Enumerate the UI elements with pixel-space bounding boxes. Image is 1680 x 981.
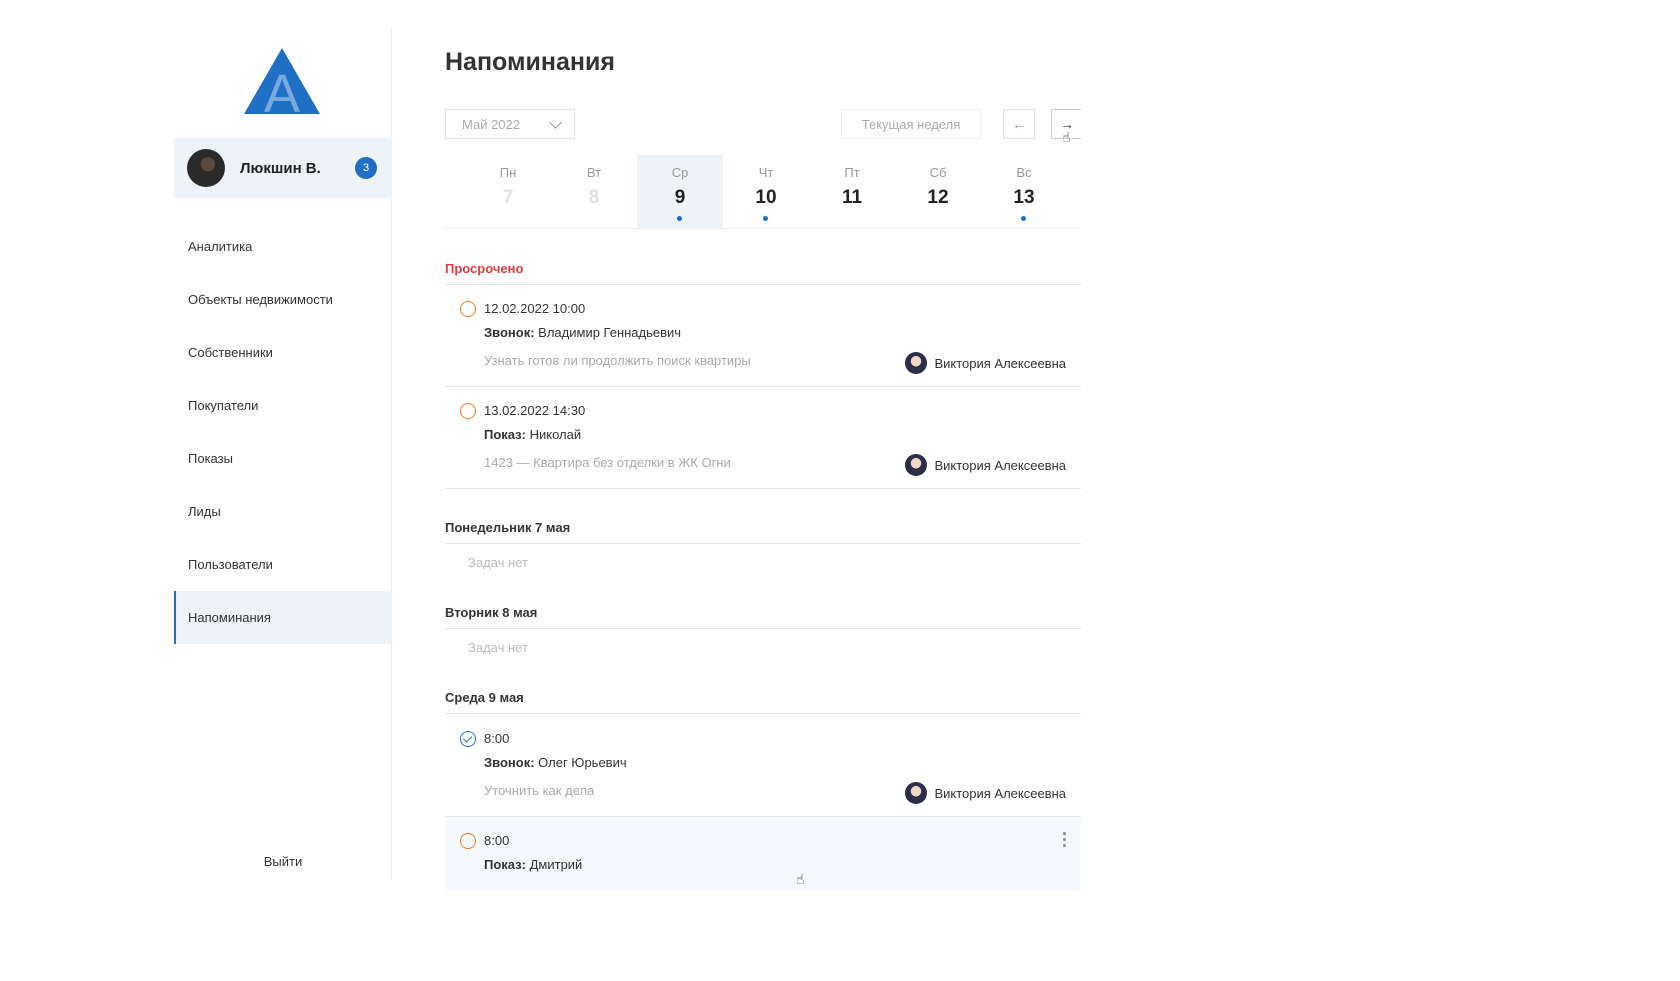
day-number: 11 [841,187,863,208]
day-mon[interactable]: Пн 7 [465,155,551,228]
task-note: Уточнить как дела [484,783,595,798]
month-select[interactable]: Май 2022 [445,109,575,139]
assignee: Виктория Алексеевна [905,782,1066,804]
day-label: Вс [1016,165,1032,180]
task-time: 13.02.2022 14:30 [484,403,586,418]
assignee-name: Виктория Алексеевна [934,355,1066,371]
check-circle-icon[interactable] [460,731,476,747]
task-card[interactable]: 8:00 Показ: Дмитрий [445,817,1081,891]
has-tasks-dot [1021,216,1026,221]
day-label: Вт [586,165,602,180]
task-card[interactable]: 12.02.2022 10:00 Звонок: Владимир Геннад… [445,285,1081,387]
assignee: Виктория Алексеевна [905,352,1066,374]
day-number: 13 [1013,187,1035,208]
sidebar-item-owners[interactable]: Собственники [174,326,392,379]
avatar [187,149,225,187]
day-tue[interactable]: Вт 8 [551,155,637,228]
day-label: Сб [929,165,947,180]
month-select-value: Май 2022 [462,116,520,132]
hand-cursor-icon: ☝ [796,871,805,887]
sidebar-item-reminders[interactable]: Напоминания [174,591,392,644]
task-time: 12.02.2022 10:00 [484,301,586,316]
sidebar-item-leads[interactable]: Лиды [174,485,392,538]
section-overdue-title: Просрочено [445,261,1081,285]
sidebar-item-analytics[interactable]: Аналитика [174,220,392,273]
assignee-name: Виктория Алексеевна [934,457,1066,473]
day-label: Пн [499,165,517,180]
task-type: Показ: [484,857,526,872]
more-vertical-icon[interactable] [1063,832,1067,850]
status-circle-icon[interactable] [460,833,476,849]
status-circle-icon[interactable] [460,301,476,317]
day-wed[interactable]: Ср 9 [637,155,723,228]
current-week-button[interactable]: Текущая неделя [841,109,981,139]
arrow-left-icon: ← [1012,116,1026,132]
sidebar-item-users[interactable]: Пользователи [174,538,392,591]
user-card[interactable]: Люкшин В. 3 [174,138,392,198]
prev-week-button[interactable]: ← [1003,109,1035,139]
sidebar-nav: Аналитика Объекты недвижимости Собственн… [174,220,392,644]
assignee-name: Виктория Алексеевна [934,785,1066,801]
sidebar-item-showings[interactable]: Показы [174,432,392,485]
empty-state: Задач нет [468,555,528,570]
main-content: Напоминания Май 2022 Текущая неделя ← → … [445,0,1081,891]
sidebar-item-properties[interactable]: Объекты недвижимости [174,273,392,326]
day-label: Ср [671,165,689,180]
sidebar-item-buyers[interactable]: Покупатели [174,379,392,432]
day-fri[interactable]: Пт 11 [809,155,895,228]
sidebar: A Люкшин В. 3 Аналитика Объекты недвижим… [174,26,392,881]
day-sun[interactable]: Вс 13 [981,155,1067,228]
task-type: Показ: [484,427,526,442]
task-time: 8:00 [484,833,510,848]
logo: A [244,48,320,114]
chevron-down-icon [549,116,562,129]
avatar [905,352,928,374]
day-label: Чт [758,165,774,180]
day-sat[interactable]: Сб 12 [895,155,981,228]
assignee: Виктория Алексеевна [905,454,1066,476]
page-title: Напоминания [445,48,615,76]
avatar [905,782,928,804]
task-title: Показ: Николай [484,427,581,442]
avatar [905,454,928,476]
task-card[interactable]: 13.02.2022 14:30 Показ: Николай 1423 — К… [445,387,1081,489]
task-person: Олег Юрьевич [538,755,627,770]
task-person: Владимир Геннадьевич [538,325,682,340]
day-number: 9 [674,187,686,208]
day-thu[interactable]: Чт 10 [723,155,809,228]
day-number: 12 [927,187,949,208]
has-tasks-dot [763,216,768,221]
task-title: Звонок: Владимир Геннадьевич [484,325,681,340]
task-person: Дмитрий [529,857,583,872]
task-note: Узнать готов ли продолжить поиск квартир… [484,353,751,368]
has-tasks-dot [677,216,682,221]
status-circle-icon[interactable] [460,403,476,419]
task-type: Звонок: [484,755,535,770]
logout-button[interactable]: Выйти [174,854,392,869]
week-day-strip: Пн 7 Вт 8 Ср 9 Чт 10 Пт 11 Сб 12 Вс 13 [445,155,1081,229]
day-number: 8 [588,187,600,208]
day-number: 7 [502,187,514,208]
section-tuesday-title: Вторник 8 мая [445,605,1081,629]
user-name: Люкшин В. [240,159,321,177]
task-title: Показ: Дмитрий [484,857,582,872]
logo-letter: A [264,64,300,114]
task-time: 8:00 [484,731,510,746]
day-number: 10 [755,187,777,208]
task-card[interactable]: 8:00 Звонок: Олег Юрьевич Уточнить как д… [445,715,1081,817]
section-wednesday-title: Среда 9 мая [445,690,1081,714]
notification-badge: 3 [355,157,377,179]
task-title: Звонок: Олег Юрьевич [484,755,627,770]
task-note: 1423 — Квартира без отделки в ЖК Огни [484,455,731,470]
section-monday-title: Понедельник 7 мая [445,520,1081,544]
task-type: Звонок: [484,325,535,340]
day-label: Пт [844,165,860,180]
empty-state: Задач нет [468,640,528,655]
hand-cursor-icon: ☝ [1062,129,1071,145]
task-person: Николай [529,427,582,442]
